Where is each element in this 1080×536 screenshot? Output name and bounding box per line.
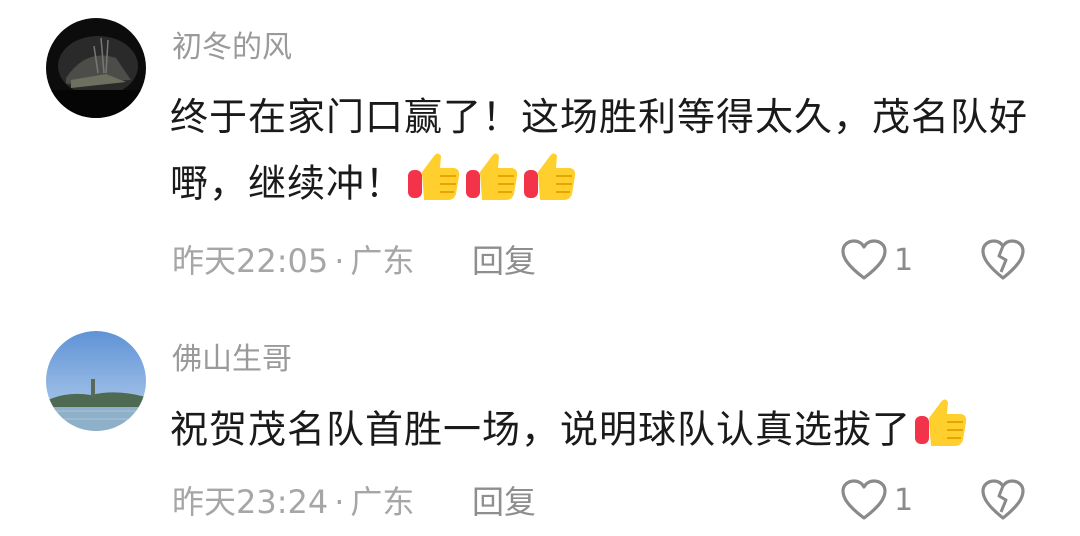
avatar[interactable] [46,331,146,431]
heart-outline-icon [841,479,887,520]
broken-heart-icon [981,479,1025,520]
like-button[interactable]: 1 [840,478,913,522]
comment-text: 祝贺茂名队首胜一场，说明球队认真选拔了 [170,396,1030,468]
comment-item: 佛山生哥 祝贺茂名队首胜一场，说明球队认真选拔了 昨天23:24 · 广东 回复 1 [0,0,1080,536]
comment-time: 昨天23:24 [172,483,329,521]
meta-separator: · [334,483,345,521]
thumbs-up-emoji-icon [913,396,969,468]
emoji-group [911,396,969,468]
comment-meta: 昨天23:24 · 广东 [172,482,414,522]
comment-location: 广东 [350,483,415,521]
like-count: 1 [894,482,914,518]
reply-button[interactable]: 回复 [472,482,536,522]
dislike-button[interactable] [980,478,1026,522]
username[interactable]: 佛山生哥 [172,342,292,378]
comment-body: 祝贺茂名队首胜一场，说明球队认真选拔了 [170,407,912,452]
avatar-image [46,331,146,431]
